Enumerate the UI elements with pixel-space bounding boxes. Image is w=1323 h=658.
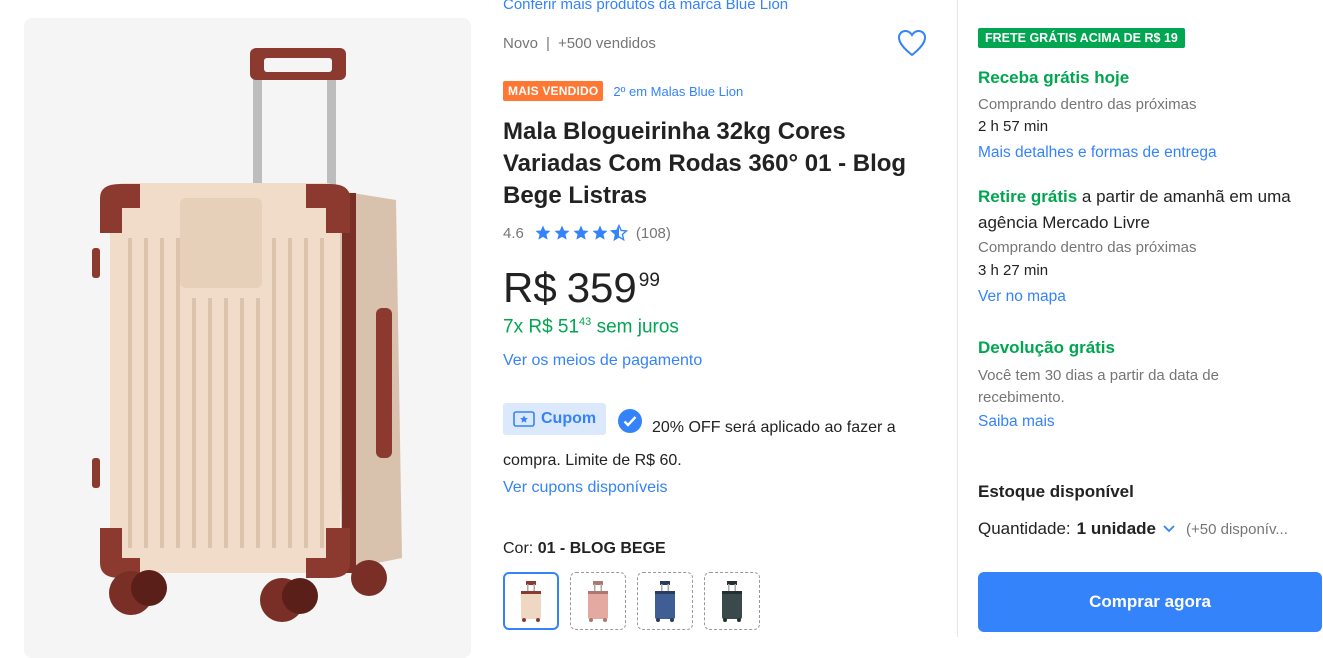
rating-row[interactable]: 4.6 (108): [503, 224, 671, 242]
heart-icon[interactable]: [897, 29, 927, 57]
review-count: (108): [635, 224, 671, 242]
installments-suffix: sem juros: [596, 316, 679, 338]
color-label-text: Cor:: [503, 540, 534, 557]
suitcase-thumbnail: [521, 581, 541, 622]
product-title: Mala Blogueirinha 32kg Cores Variadas Co…: [503, 118, 907, 209]
check-icon: [618, 409, 642, 433]
rating-value: 4.6: [503, 224, 524, 242]
coupons-link[interactable]: Ver cupons disponíveis: [503, 479, 668, 497]
coupon-row: Cupom: [503, 403, 607, 435]
quantity-label: Quantidade:: [978, 519, 1071, 538]
pickup-subtitle: Comprando dentro das próximas: [978, 239, 1197, 256]
quantity-available: (+50 disponív...: [1186, 520, 1288, 538]
star-half-icon: [609, 224, 628, 242]
color-option[interactable]: [704, 572, 760, 630]
installments-cents: 43: [579, 316, 592, 328]
best-seller-badge: MAIS VENDIDO: [503, 81, 604, 101]
installments-prefix: 7x R$ 51: [503, 316, 580, 338]
suitcase-thumbnail: [588, 581, 608, 622]
installments: 7x R$ 5143 sem juros: [503, 316, 679, 338]
suitcase-image: [92, 48, 402, 622]
return-title: Devolução grátis: [978, 338, 1115, 357]
pickup-info: Retire grátis a partir de amanhã em uma …: [978, 184, 1298, 236]
brand-link[interactable]: Conferir mais produtos da marca Blue Lio…: [503, 0, 788, 13]
stock-title: Estoque disponível: [978, 482, 1134, 501]
coupon-badge: Cupom: [503, 403, 607, 435]
learn-more-link[interactable]: Saiba mais: [978, 413, 1055, 431]
price: R$ 359 99: [503, 264, 660, 312]
price-cents: 99: [638, 270, 660, 291]
quantity-selector[interactable]: Quantidade: 1 unidade (+50 disponív...: [978, 519, 1288, 539]
product-image[interactable]: [24, 18, 471, 658]
free-shipping-badge: FRETE GRÁTIS ACIMA DE R$ 19: [978, 28, 1185, 48]
quantity-value: 1 unidade: [1076, 519, 1156, 538]
color-label: Cor: 01 - BLOG BEGE: [503, 540, 666, 558]
payment-methods-link[interactable]: Ver os meios de pagamento: [503, 352, 702, 370]
star-icon: [573, 225, 589, 240]
buy-now-button[interactable]: Comprar agora: [978, 572, 1322, 632]
star-icon: [535, 225, 551, 240]
suitcase-thumbnail: [722, 581, 742, 622]
color-value: 01 - BLOG BEGE: [537, 540, 666, 557]
badge-row: MAIS VENDIDO 2º em Malas Blue Lion: [503, 81, 743, 101]
separator: |: [546, 35, 550, 52]
receive-subtitle: Comprando dentro das próximas: [978, 96, 1197, 113]
price-currency: R$: [503, 264, 557, 311]
color-option[interactable]: [637, 572, 693, 630]
map-link[interactable]: Ver no mapa: [978, 288, 1066, 306]
price-integer: 359: [566, 264, 637, 311]
chevron-down-icon[interactable]: [1162, 524, 1176, 534]
return-text: Você tem 30 dias a partir da data de rec…: [978, 367, 1219, 406]
color-options: [503, 572, 760, 630]
rating-stars: [534, 224, 628, 242]
ranking-link[interactable]: 2º em Malas Blue Lion: [613, 84, 743, 99]
receive-title: Receba grátis hoje: [978, 68, 1130, 87]
ticket-icon: [513, 411, 535, 427]
color-option[interactable]: [503, 572, 559, 630]
condition: Novo: [503, 35, 539, 52]
star-icon: [592, 225, 608, 240]
condition-line: Novo | +500 vendidos: [503, 35, 656, 52]
pickup-time: 3 h 27 min: [978, 262, 1049, 279]
column-divider: [957, 0, 958, 637]
sold-count: +500 vendidos: [557, 35, 656, 52]
pickup-bold: Retire grátis: [978, 187, 1078, 206]
suitcase-thumbnail: [655, 581, 675, 622]
receive-time: 2 h 57 min: [978, 118, 1049, 135]
delivery-details-link[interactable]: Mais detalhes e formas de entrega: [978, 144, 1217, 162]
star-icon: [554, 225, 570, 240]
coupon-label: Cupom: [541, 410, 597, 427]
color-option[interactable]: [570, 572, 626, 630]
